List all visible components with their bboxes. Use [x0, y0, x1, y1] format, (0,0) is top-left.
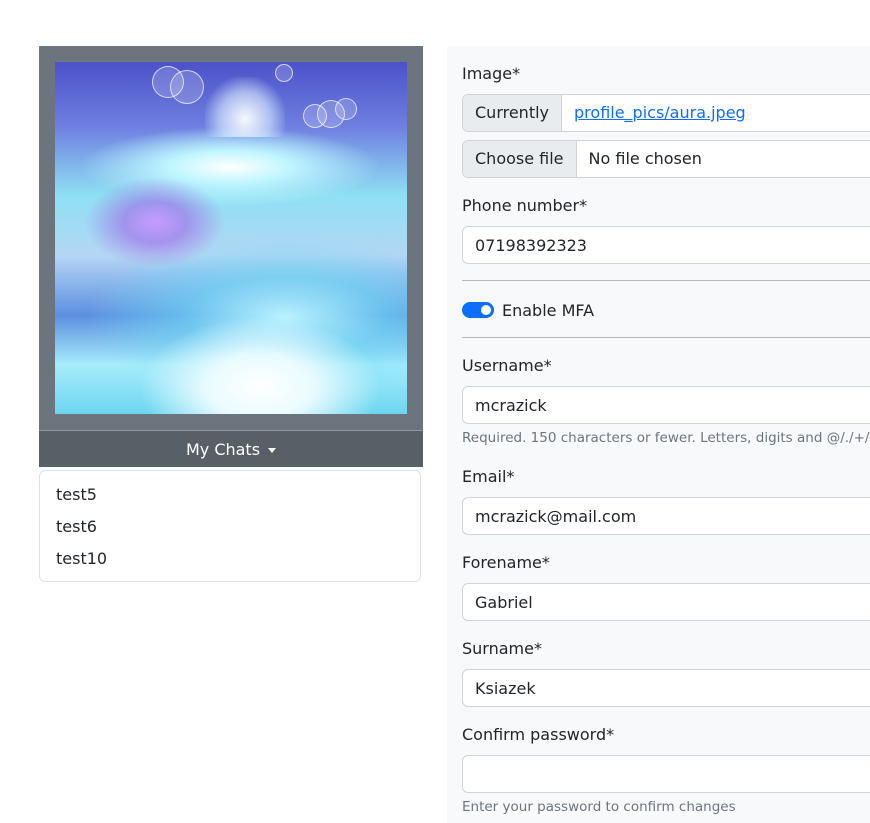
mfa-row: Enable MFA [462, 298, 594, 322]
divider [462, 280, 870, 281]
divider [462, 337, 870, 338]
choose-file-button[interactable]: Choose file [463, 141, 577, 177]
phone-label: Phone number* [462, 196, 588, 215]
username-label: Username* [462, 356, 552, 375]
profile-card [39, 46, 423, 430]
mfa-toggle-switch[interactable] [462, 302, 494, 318]
confirm-password-help-text: Enter your password to confirm changes [462, 799, 736, 815]
current-image-link[interactable]: profile_pics/aura.jpeg [562, 95, 758, 131]
profile-picture [55, 62, 407, 414]
mfa-label: Enable MFA [502, 300, 595, 320]
currently-addon: Currently [463, 95, 563, 131]
chat-item-test5[interactable]: test5 [40, 479, 420, 511]
email-label: Email* [462, 467, 515, 486]
forename-field[interactable] [462, 583, 870, 621]
image-label: Image* [462, 64, 521, 83]
phone-field[interactable] [462, 226, 870, 264]
username-help-text: Required. 150 characters or fewer. Lette… [462, 430, 870, 446]
phone-input[interactable] [463, 227, 870, 263]
forename-label: Forename* [462, 553, 550, 572]
caret-down-icon [268, 447, 277, 453]
surname-label: Surname* [462, 639, 542, 658]
current-image-group: Currently profile_pics/aura.jpeg [462, 94, 870, 132]
chat-item-test6[interactable]: test6 [40, 511, 420, 543]
chat-item-test10[interactable]: test10 [40, 543, 420, 575]
email-input[interactable] [463, 498, 870, 534]
image-file-input[interactable]: Choose file No file chosen [462, 140, 870, 178]
username-field[interactable] [462, 386, 870, 424]
chats-dropdown-menu: test5 test6 test10 [39, 470, 421, 582]
confirm-password-label: Confirm password* [462, 725, 615, 744]
file-chosen-text: No file chosen [588, 149, 702, 168]
username-input[interactable] [463, 387, 870, 423]
email-field[interactable] [462, 497, 870, 535]
confirm-password-input[interactable] [463, 756, 870, 792]
profile-form: Image* Currently profile_pics/aura.jpeg … [447, 46, 870, 823]
my-chats-label: My Chats [185, 439, 261, 459]
my-chats-dropdown-button[interactable]: My Chats [39, 430, 423, 467]
confirm-password-field[interactable] [462, 755, 870, 793]
surname-field[interactable] [462, 669, 870, 707]
surname-input[interactable] [463, 670, 870, 706]
forename-input[interactable] [463, 584, 870, 620]
